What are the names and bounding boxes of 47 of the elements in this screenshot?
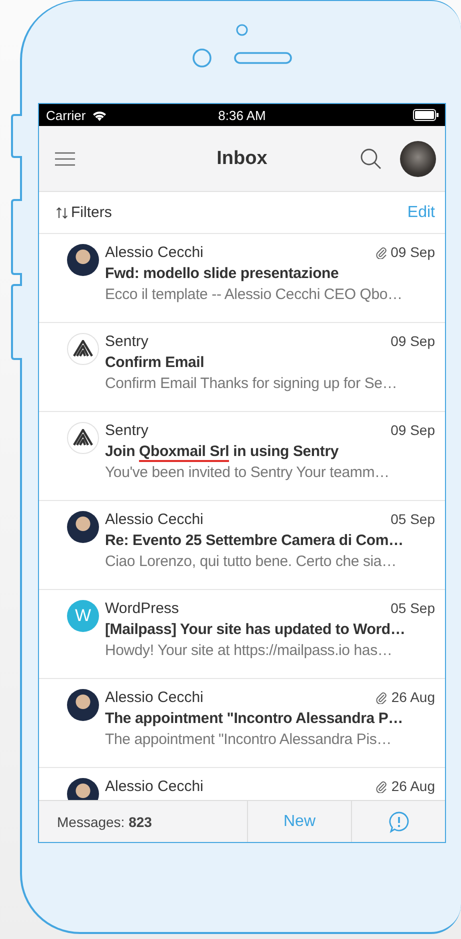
message-preview: Ecco il template -- Alessio Cecchi CEO Qbo…: [105, 285, 404, 305]
sensor-icon: [236, 24, 248, 36]
camera-icon: [192, 48, 212, 68]
profile-photo[interactable]: [400, 140, 436, 176]
search-icon[interactable]: [360, 148, 382, 170]
message-preview: Ciao Lorenzo, qui tutto bene. Certo che sia…: [105, 552, 398, 572]
sender-avatar: W: [67, 600, 99, 632]
sender-name: Alessio Cecchi: [105, 688, 204, 708]
sender-photo: [67, 244, 99, 276]
message-preview: You've been invited to Sentry Your teamm…: [105, 463, 390, 483]
message-subject: Re: Evento 25 Settembre Camera di Com…: [105, 531, 404, 551]
speaker-icon: [234, 52, 292, 64]
message-date: 09 Sep: [390, 243, 435, 262]
message-preview: Confirm Email Thanks for signing up for Se…: [105, 374, 398, 394]
sort-icon: [56, 206, 68, 218]
message-subject: Fwd: modello slide presentazione: [105, 264, 340, 284]
message-subject: Confirm Email: [105, 353, 206, 373]
message-date: 09 Sep: [390, 332, 435, 351]
sender-name: Sentry: [105, 332, 148, 352]
sender-name: Alessio Cecchi: [105, 510, 204, 530]
sender-name: Alessio Cecchi: [105, 243, 204, 263]
help-icon[interactable]: [388, 810, 410, 832]
sender-photo: [67, 511, 99, 543]
message-date: 05 Sep: [390, 510, 435, 529]
message-subject: The appointment "Incontro Alessandra P…: [105, 709, 404, 729]
sender-name: Alessio Cecchi: [105, 777, 204, 797]
message-preview: The appointment "Incontro Alessandra Pis…: [105, 730, 392, 750]
logo-icon: [73, 340, 93, 358]
logo-icon: [73, 429, 93, 447]
inbox-title: Inbox: [216, 148, 268, 168]
menu-icon[interactable]: [55, 152, 75, 166]
sender-name: Sentry: [105, 421, 148, 441]
message-subject: [Mailpass] Your site has updated to Word…: [105, 620, 406, 640]
filters-button[interactable]: Filters: [56, 204, 112, 221]
battery-icon: [413, 109, 439, 121]
message-preview: Howdy! Your site at https://mailpass.io has…: [105, 641, 394, 661]
message-subject: Join Qboxmail Srl in using Sentry: [105, 442, 340, 462]
message-date: 05 Sep: [390, 599, 435, 618]
message-date: 26 Aug: [391, 688, 435, 707]
sender-photo: [67, 689, 99, 721]
wifi-icon: [92, 110, 107, 120]
message-count: Messages: 823: [57, 814, 152, 830]
carrier-label: Carrier: [46, 108, 86, 122]
sender-name: WordPress: [105, 599, 179, 619]
message-date: 09 Sep: [390, 421, 435, 440]
status-time: 8:36 AM: [218, 108, 266, 122]
message-date: 26 Aug: [391, 777, 435, 796]
